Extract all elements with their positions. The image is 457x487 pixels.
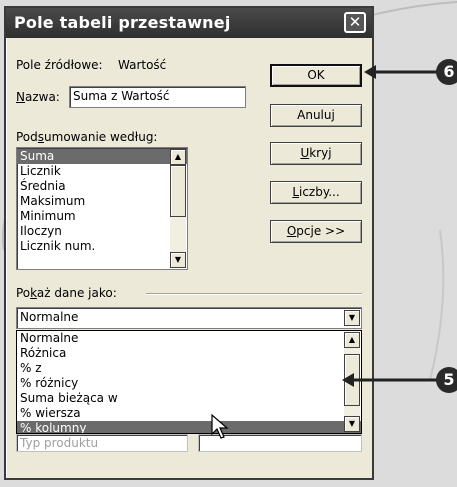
callout-badge-ok: 6 xyxy=(436,59,457,85)
callout-arrows xyxy=(342,65,440,387)
callout-badge-list: 5 xyxy=(436,367,457,393)
